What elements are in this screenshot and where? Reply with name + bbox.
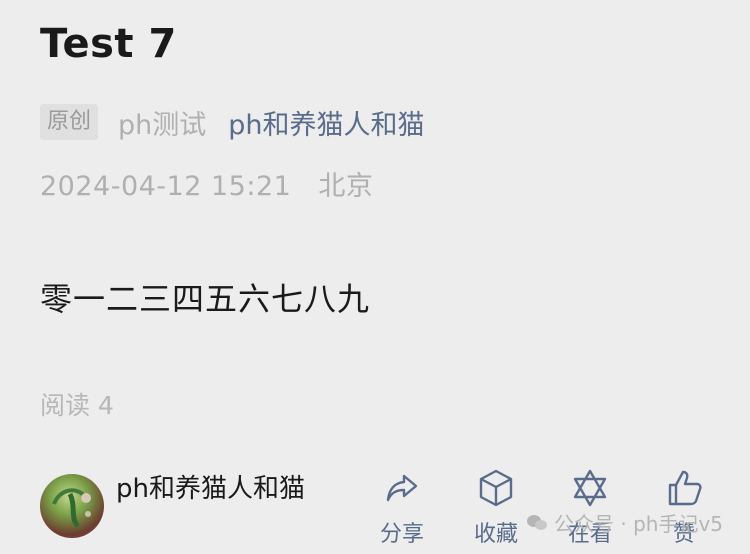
- favorite-label: 收藏: [473, 522, 518, 547]
- avatar-image: [52, 488, 91, 528]
- account-avatar[interactable]: [40, 474, 104, 538]
- publish-info: 2024-04-12 15:21 北京: [40, 164, 373, 203]
- thumbs-up-icon: [668, 470, 702, 506]
- read-count: 阅读 4: [40, 391, 114, 420]
- wechat-icon: [527, 514, 547, 530]
- article-content: 零一二三四五六七八九: [40, 280, 371, 318]
- author-name: ph测试: [118, 109, 207, 141]
- share-icon: [386, 474, 418, 502]
- share-button[interactable]: 分享: [362, 466, 442, 548]
- article-meta: 原创 ph测试 ph和养猫人和猫: [40, 102, 425, 142]
- account-name[interactable]: ph和养猫人和猫: [116, 472, 306, 506]
- original-badge: 原创: [40, 104, 99, 140]
- account-link[interactable]: ph和养猫人和猫: [228, 103, 424, 142]
- article-title: Test 7: [40, 21, 177, 67]
- favorite-button[interactable]: 收藏: [456, 466, 536, 548]
- watermark-text: 公众号 · ph手记v5: [554, 512, 724, 536]
- publish-datetime: 2024-04-12 15:21: [40, 171, 292, 202]
- star-of-david-icon: [573, 469, 607, 507]
- share-label: 分享: [379, 522, 424, 547]
- cube-icon: [479, 469, 513, 507]
- watermark: 公众号 · ph手记v5: [526, 508, 723, 537]
- publish-location: 北京: [318, 171, 374, 202]
